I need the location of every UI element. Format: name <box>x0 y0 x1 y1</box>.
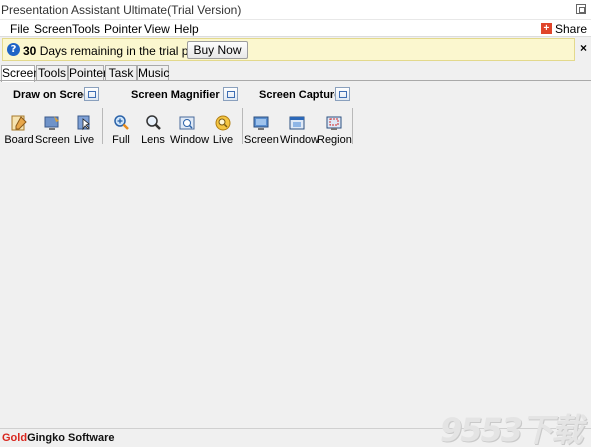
tool-label: Window <box>170 134 210 146</box>
group-settings-icon[interactable] <box>84 87 99 101</box>
tool-label: Lens <box>141 134 165 146</box>
tool-screen-draw-button[interactable]: Screen <box>35 114 70 146</box>
tool-label: Live <box>73 134 95 146</box>
title-bar: Presentation Assistant Ultimate(Trial Ve… <box>0 0 591 20</box>
capture-window-icon <box>289 116 305 130</box>
group-title-magnifier: Screen Magnifier <box>131 89 220 101</box>
tool-label: Window <box>280 134 320 146</box>
window-zoom-icon <box>179 116 195 130</box>
tool-capture-window-button[interactable]: Window <box>280 114 320 146</box>
menu-bar: File Screen Tools Pointer View Help + Sh… <box>0 20 591 37</box>
magnifier-icon <box>146 115 161 130</box>
tool-live-draw-button[interactable]: Live <box>67 114 101 146</box>
menu-help[interactable]: Help <box>174 22 199 36</box>
tool-label: Board <box>4 134 34 146</box>
menu-view[interactable]: View <box>144 22 170 36</box>
tool-live-magnifier-button[interactable]: Live <box>206 114 240 146</box>
board-icon <box>11 115 27 131</box>
tab-music[interactable]: Music <box>137 65 169 81</box>
status-bar: GoldGingko Software <box>0 428 591 447</box>
tool-capture-region-button[interactable]: Region <box>317 114 352 146</box>
tool-label: Live <box>212 134 234 146</box>
window-title: Presentation Assistant Ultimate(Trial Ve… <box>1 3 242 17</box>
tool-label: Region <box>317 134 352 146</box>
maximize-button[interactable] <box>576 4 586 14</box>
group-settings-icon[interactable] <box>335 87 350 101</box>
tool-label: Screen <box>35 134 70 146</box>
trial-notice-bar: ? 30 Days remaining in the trial period … <box>2 38 575 61</box>
group-title-capture: Screen Capture <box>259 89 341 101</box>
zoom-in-icon <box>114 115 129 130</box>
group-separator <box>102 108 103 144</box>
plus-icon: + <box>540 23 552 34</box>
menu-screen[interactable]: Screen <box>34 22 72 36</box>
group-separator <box>352 108 353 144</box>
menu-file[interactable]: File <box>10 22 29 36</box>
tool-window-magnifier-button[interactable]: Window <box>170 114 210 146</box>
capture-screen-icon <box>253 116 269 130</box>
main-workspace <box>0 146 591 428</box>
brand-name: GoldGingko Software <box>2 432 114 444</box>
tool-label: Full <box>112 134 130 146</box>
share-button[interactable]: + Share <box>540 21 587 36</box>
share-label: Share <box>554 21 587 36</box>
live-lens-icon <box>215 115 231 131</box>
monitor-pen-icon <box>44 116 59 130</box>
close-icon[interactable]: × <box>580 41 587 55</box>
trial-days: 30 <box>23 44 37 58</box>
tool-label: Screen <box>244 134 279 146</box>
tool-lens-button[interactable]: Lens <box>136 114 170 146</box>
menu-pointer[interactable]: Pointer <box>104 22 142 36</box>
tab-strip: Screen Tools Pointer Task Music <box>0 65 591 82</box>
buy-now-button[interactable]: Buy Now <box>187 41 248 59</box>
tab-tools[interactable]: Tools <box>36 65 68 81</box>
tool-board-button[interactable]: Board <box>2 114 36 146</box>
capture-region-icon <box>326 116 342 130</box>
group-separator <box>242 108 243 144</box>
live-cursor-icon <box>77 115 90 131</box>
tool-full-button[interactable]: Full <box>104 114 138 146</box>
menu-tools[interactable]: Tools <box>72 22 100 36</box>
tab-pointer[interactable]: Pointer <box>68 65 107 81</box>
tool-capture-screen-button[interactable]: Screen <box>244 114 279 146</box>
brand-rest: Gingko Software <box>27 432 115 444</box>
brand-gold: Gold <box>2 432 28 444</box>
group-settings-icon[interactable] <box>223 87 238 101</box>
ribbon: Draw on Screen Board Screen Live Screen … <box>0 81 591 146</box>
tab-task[interactable]: Task <box>105 65 137 81</box>
info-icon: ? <box>7 43 20 56</box>
